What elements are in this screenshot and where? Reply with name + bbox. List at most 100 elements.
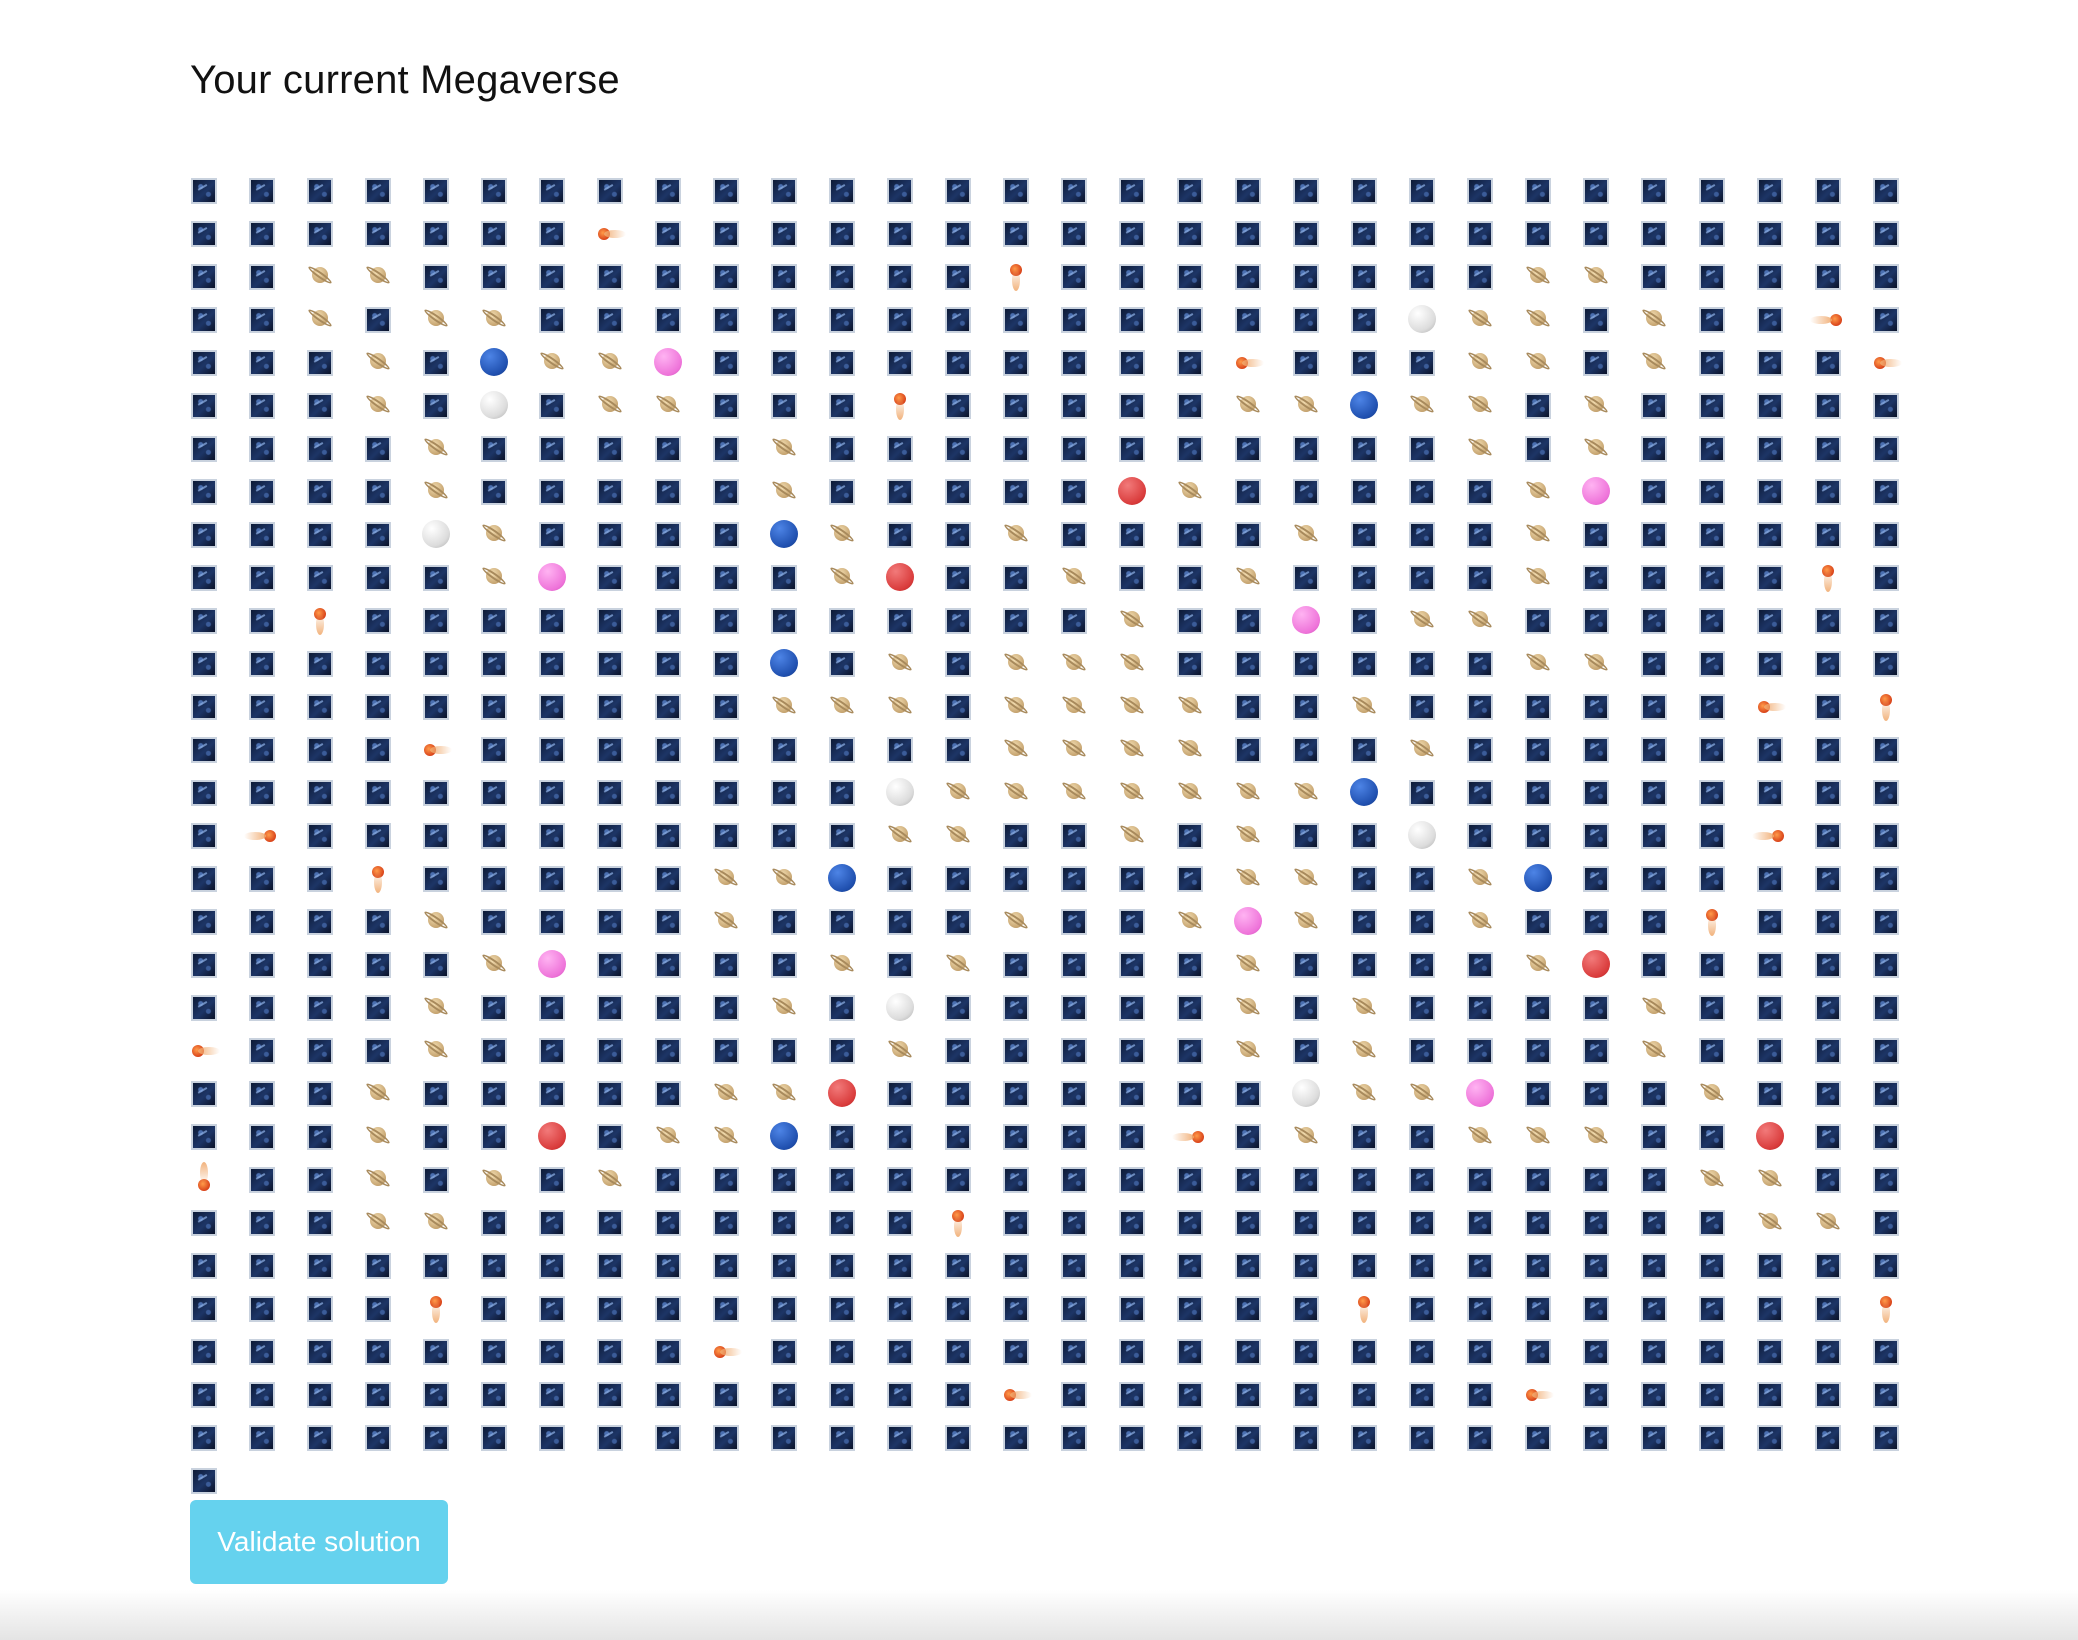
space-icon [1640,776,1698,819]
space-icon [1234,1120,1292,1163]
space-icon [1814,905,1872,948]
space-icon [1698,217,1756,260]
space-icon [1582,1077,1640,1120]
polyanet-icon [422,475,480,518]
space-icon [1118,1163,1176,1206]
space-icon [248,1120,306,1163]
space-icon [1698,389,1756,432]
cometh-left-icon [1756,690,1814,733]
space-icon [1814,518,1872,561]
space-icon [1176,1163,1234,1206]
space-icon [1524,1034,1582,1077]
space-icon [1872,1163,1930,1206]
polyanet-icon [828,561,886,604]
validate-solution-button[interactable]: Validate solution [190,1500,448,1584]
cometh-left-icon [1872,346,1930,389]
space-icon [306,217,364,260]
space-icon [1466,174,1524,217]
white-soloon-icon [886,776,944,819]
polyanet-icon [770,862,828,905]
space-icon [596,1077,654,1120]
polyanet-icon [1002,776,1060,819]
space-icon [1872,604,1930,647]
space-icon [1582,217,1640,260]
space-icon [422,217,480,260]
space-icon [1756,260,1814,303]
space-icon [1814,1292,1872,1335]
space-icon [886,733,944,776]
cometh-left-icon [712,1335,770,1378]
space-icon [654,217,712,260]
polyanet-icon [1350,1077,1408,1120]
space-icon [248,174,306,217]
polyanet-icon [1524,647,1582,690]
space-icon [1640,217,1698,260]
space-icon [712,991,770,1034]
space-icon [944,561,1002,604]
space-icon [1118,1120,1176,1163]
space-icon [1002,475,1060,518]
space-icon [770,905,828,948]
space-icon [712,690,770,733]
space-icon [1408,518,1466,561]
polyanet-icon [364,260,422,303]
polyanet-icon [1176,905,1234,948]
space-icon [1814,1378,1872,1421]
polyanet-icon [1582,647,1640,690]
space-icon [422,260,480,303]
space-icon [712,733,770,776]
space-icon [1234,1077,1292,1120]
space-icon [538,776,596,819]
space-icon [944,1335,1002,1378]
space-icon [1524,1077,1582,1120]
space-icon [596,862,654,905]
space-icon [1350,1206,1408,1249]
space-icon [1814,1163,1872,1206]
space-icon [1524,1249,1582,1292]
space-icon [1408,217,1466,260]
space-icon [1234,475,1292,518]
space-icon [538,690,596,733]
space-icon [770,1206,828,1249]
cometh-up-icon [1698,905,1756,948]
space-icon [1060,389,1118,432]
space-icon [1002,1249,1060,1292]
space-icon [770,733,828,776]
space-icon [190,1077,248,1120]
space-icon [1292,475,1350,518]
space-icon [1234,1421,1292,1464]
space-icon [248,217,306,260]
space-icon [538,174,596,217]
space-icon [654,260,712,303]
space-icon [712,948,770,991]
space-icon [770,561,828,604]
space-icon [1002,1206,1060,1249]
space-icon [422,862,480,905]
space-icon [1176,819,1234,862]
space-icon [828,1335,886,1378]
space-icon [712,432,770,475]
polyanet-icon [364,1077,422,1120]
space-icon [1292,260,1350,303]
space-icon [1814,260,1872,303]
space-icon [1176,1034,1234,1077]
space-icon [1176,389,1234,432]
space-icon [1176,1421,1234,1464]
space-icon [248,1421,306,1464]
space-icon [1814,1421,1872,1464]
space-icon [1756,217,1814,260]
space-icon [1814,1077,1872,1120]
space-icon [712,174,770,217]
space-icon [1640,1120,1698,1163]
space-icon [886,432,944,475]
space-icon [654,303,712,346]
space-icon [1582,561,1640,604]
polyanet-icon [1466,1120,1524,1163]
space-icon [1234,604,1292,647]
space-icon [1814,991,1872,1034]
space-icon [1872,303,1930,346]
space-icon [1698,991,1756,1034]
space-icon [1698,432,1756,475]
space-icon [1060,1077,1118,1120]
space-icon [422,174,480,217]
